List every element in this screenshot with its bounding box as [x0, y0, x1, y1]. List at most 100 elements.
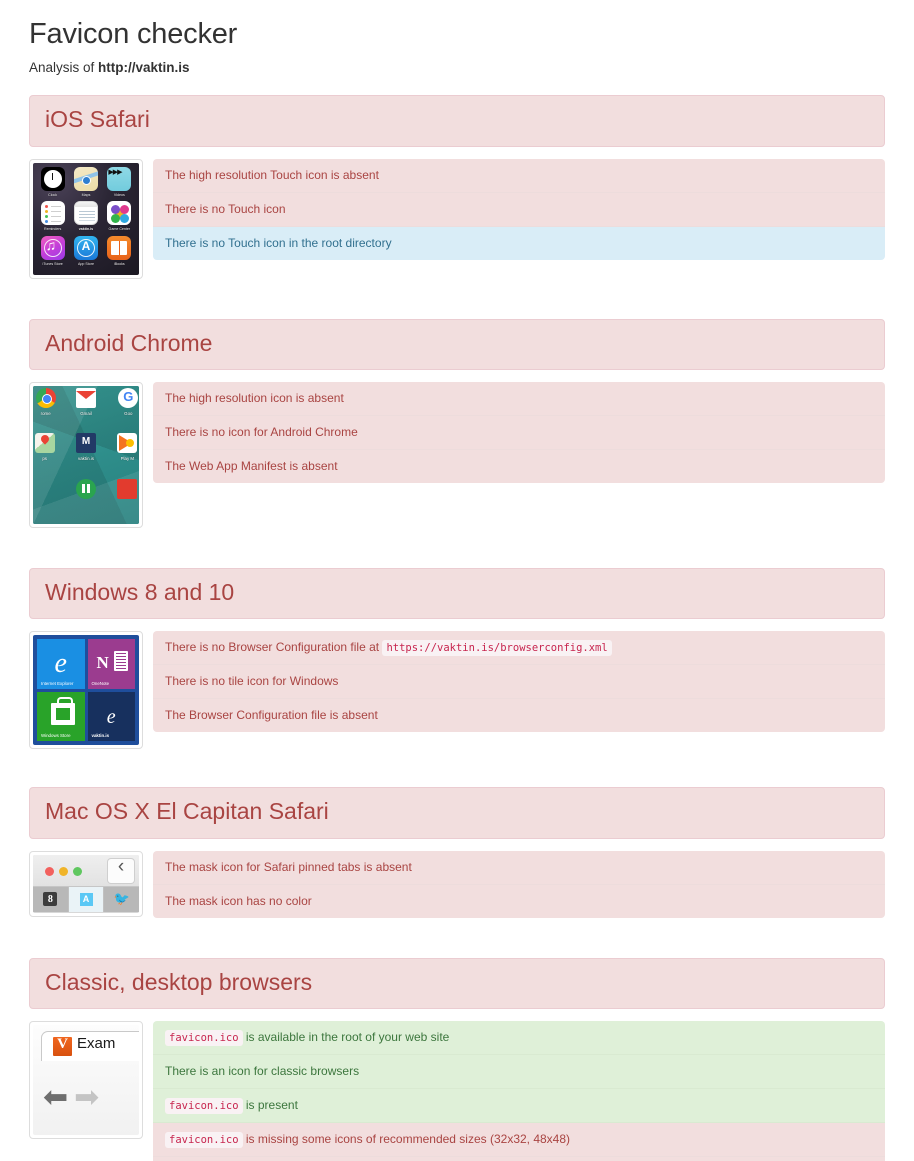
section-ios-safari: iOS Safari Clock Maps ▶▶▶ Videos Reminde…: [29, 95, 885, 279]
site-mask-icon: A: [69, 887, 104, 912]
analysis-subtitle: Analysis of http://vaktin.is: [29, 60, 885, 75]
onenote-icon: N OneNote: [87, 639, 135, 689]
alert-row: There is an icon for classic browsers: [153, 1054, 885, 1089]
ios-app-label: iTunes Store: [42, 261, 63, 266]
section-header-android-chrome: Android Chrome: [29, 318, 885, 370]
ios-app-label: vaktin.is: [78, 227, 94, 232]
ios-app-game-center: Game Center: [103, 201, 136, 236]
maximize-traffic-light-icon: [73, 866, 82, 876]
alert-text-after: is present: [242, 1097, 298, 1112]
alert-row: favicon.ico is present: [153, 1088, 885, 1124]
site-icon: [75, 433, 96, 454]
alert-row: The mask icon has no color: [153, 884, 885, 918]
alert-row: There is no Browser Configuration file a…: [153, 631, 885, 666]
android-app-label: ps: [42, 456, 47, 462]
google-icon: [118, 387, 139, 408]
alert-row: There is no tile icon for Windows: [153, 665, 885, 700]
windows-tile-label: OneNote: [91, 680, 110, 686]
ios-app-label: Game Center: [108, 227, 131, 232]
play-music-icon: [117, 433, 138, 454]
ios-app-label: App Store: [78, 261, 94, 266]
ios-app-label: Maps: [81, 192, 91, 197]
android-app-label: rome: [40, 410, 51, 416]
windows-start-screen: e Internet Explorer N OneNote Windows St…: [33, 635, 139, 746]
android-app-play-music: Play M: [104, 433, 139, 478]
preview-inner: 8 A 🐦: [33, 854, 139, 913]
app-store-icon: [73, 235, 98, 260]
subtitle-prefix: Analysis of: [29, 60, 99, 76]
section-body-android-chrome: rome Gmail Goo: [29, 381, 885, 528]
section-mac-safari: Mac OS X El Capitan Safari 8 A: [29, 787, 885, 918]
ios-app-grid: Clock Maps Videos: [33, 163, 139, 275]
android-app-google: Goo: [104, 387, 139, 433]
internet-explorer-icon: e Internet Explorer: [37, 639, 85, 689]
preview-inner: Clock Maps Videos: [33, 162, 139, 275]
ios-app-ibooks: iBooks: [103, 235, 136, 271]
android-chrome-messages: The high resolution icon is absent There…: [153, 381, 885, 483]
alert-row: The mask icon for Safari pinned tabs is …: [153, 850, 885, 885]
section-header-ios-safari: iOS Safari: [29, 95, 885, 147]
red-app-icon: [117, 478, 138, 499]
ios-app-label: Clock: [48, 192, 58, 197]
v-favicon-icon: [53, 1036, 72, 1056]
google-pinned-tab: 8: [33, 886, 69, 912]
site-tile-glyph: e: [106, 705, 116, 728]
ios-wallpaper: Clock Maps Videos: [33, 162, 139, 275]
section-header-windows: Windows 8 and 10: [29, 567, 885, 620]
safari-titlebar: [33, 854, 139, 887]
section-windows-8-and-10: Windows 8 and 10 e Internet Explorer N O…: [29, 567, 885, 750]
site-pinned-tab: A: [68, 886, 105, 912]
alert-row: There is no icon for Android Chrome: [153, 415, 885, 450]
ios-app-clock: Clock: [36, 166, 69, 202]
onenote-book-glyph: [113, 651, 128, 672]
windows-messages: There is no Browser Configuration file a…: [153, 631, 885, 733]
ios-home-screen-preview: Clock Maps Videos: [29, 158, 143, 279]
android-home-screen-preview: rome Gmail Goo: [29, 381, 143, 528]
favicon-checker-page: Favicon checker Analysis of http://vakti…: [0, 0, 914, 1161]
android-app-grid: rome Gmail Goo: [33, 386, 139, 524]
section-body-classic-browsers: Exam ⬅ ➡ favicon.ico is available in the…: [29, 1020, 885, 1161]
ios-app-label: Reminders: [43, 227, 62, 232]
ios-app-label: Videos: [113, 192, 125, 197]
alert-row: The high resolution Touch icon is absent: [153, 158, 885, 193]
favicon-code: favicon.ico: [165, 1029, 243, 1046]
android-app-label: Play M: [120, 456, 135, 462]
alert-text-before: There is no Browser Configuration file a…: [165, 640, 383, 655]
ios-app-videos: Videos: [103, 166, 136, 202]
browser-tab-title: Exam: [77, 1034, 116, 1052]
section-body-windows: e Internet Explorer N OneNote Windows St…: [29, 631, 885, 750]
alert-row: The high resolution icon is absent: [153, 381, 885, 416]
green-app-icon: [75, 478, 96, 499]
windows-tile-label: Windows Store: [41, 733, 71, 739]
twitter-pinned-tab: 🐦: [104, 886, 139, 912]
android-app-label: vaktin.is: [78, 456, 94, 462]
ie-glyph: e: [54, 648, 67, 680]
back-chevron-icon: [108, 856, 134, 883]
ios-app-maps: Maps: [69, 166, 102, 202]
android-wallpaper: rome Gmail Goo: [33, 385, 139, 524]
section-header-mac-safari: Mac OS X El Capitan Safari: [29, 787, 885, 839]
google-icon: 8: [33, 887, 68, 912]
ios-app-reminders: Reminders: [36, 201, 69, 236]
alert-row: The Web App Manifest is absent: [153, 449, 885, 483]
ios-app-site: vaktin.is: [69, 201, 102, 236]
section-body-mac-safari: 8 A 🐦 The mask icon for Safari pinned ta…: [29, 850, 885, 918]
android-app-green: [68, 478, 103, 524]
ios-app-app-store: App Store: [69, 235, 102, 271]
classic-browser-preview: Exam ⬅ ➡: [29, 1020, 143, 1139]
clock-icon: [40, 166, 65, 191]
section-android-chrome: Android Chrome rome Gmail G Goo ps M vak…: [29, 318, 885, 528]
alert-row: There is no Touch icon in the root direc…: [153, 226, 885, 260]
section-classic-browsers: Classic, desktop browsers Exam ⬅ ➡: [29, 957, 885, 1161]
forward-arrow-icon: ➡: [74, 1079, 100, 1115]
alert-text-after: is missing some icons of recommended siz…: [242, 1132, 571, 1147]
chrome-icon: [35, 387, 56, 408]
favicon-code: favicon.ico: [165, 1132, 243, 1149]
alert-row: There is no Touch icon: [153, 192, 885, 227]
mac-safari-messages: The mask icon for Safari pinned tabs is …: [153, 850, 885, 918]
close-traffic-light-icon: [45, 866, 54, 876]
android-app-gmail: Gmail: [68, 387, 103, 433]
page-title: Favicon checker: [29, 18, 238, 50]
alert-row: favicon.ico is available in the root of …: [153, 1020, 885, 1055]
safari-window: 8 A 🐦: [33, 854, 139, 913]
